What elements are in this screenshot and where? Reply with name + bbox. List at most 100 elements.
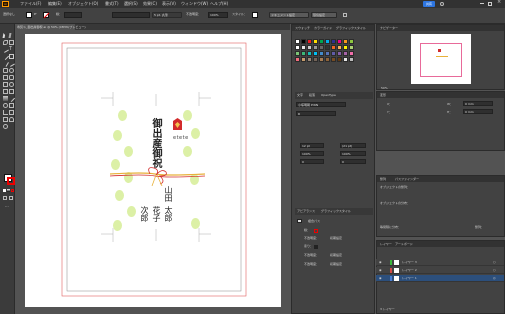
- document-setup-button[interactable]: ドキュメント設定: [269, 12, 309, 18]
- tab-layers[interactable]: レイヤー: [380, 241, 392, 247]
- color-swatch[interactable]: [337, 51, 342, 56]
- mesh-tool-icon[interactable]: [9, 89, 14, 94]
- color-swatch[interactable]: [301, 45, 306, 50]
- stroke-swatch[interactable]: [43, 12, 50, 19]
- menu-window[interactable]: ウィンドウ(W): [181, 1, 208, 6]
- color-swatch[interactable]: [313, 57, 318, 62]
- color-swatch[interactable]: [343, 39, 348, 44]
- color-swatch[interactable]: [343, 57, 348, 62]
- color-swatch[interactable]: [307, 57, 312, 62]
- w-field[interactable]: 0 mm: [463, 101, 493, 106]
- color-swatch[interactable]: [349, 57, 354, 62]
- layer-target-icon[interactable]: ○: [493, 268, 496, 272]
- line-tool-icon[interactable]: [1, 52, 10, 61]
- color-swatch[interactable]: [325, 45, 330, 50]
- color-swatch[interactable]: [301, 57, 306, 62]
- tab-color-guide[interactable]: カラーガイド: [314, 25, 332, 31]
- color-swatch[interactable]: [337, 45, 342, 50]
- appearance-opacity-3-value[interactable]: 初期設定: [330, 262, 342, 266]
- menu-help[interactable]: ヘルプ(H): [210, 1, 228, 6]
- shape-builder-icon[interactable]: [9, 82, 14, 87]
- menu-object[interactable]: オブジェクト(O): [68, 1, 98, 6]
- lasso-tool-icon[interactable]: [9, 40, 14, 45]
- color-swatch[interactable]: [313, 45, 318, 50]
- tab-transform[interactable]: 変形: [380, 92, 386, 98]
- color-mode-icon[interactable]: [3, 189, 6, 192]
- color-swatch[interactable]: [295, 51, 300, 56]
- appearance-opacity-1-value[interactable]: 初期設定: [330, 236, 342, 240]
- color-swatch[interactable]: [349, 39, 354, 44]
- color-swatch[interactable]: [319, 57, 324, 62]
- tab-navigator[interactable]: ナビゲーター: [380, 25, 398, 31]
- gradient-mode-icon[interactable]: [7, 189, 10, 192]
- navigator-zoom[interactable]: 50%: [381, 86, 388, 90]
- navigator-thumbnail[interactable]: [411, 34, 471, 84]
- menu-effect[interactable]: 効果(C): [143, 1, 157, 6]
- layer-target-icon[interactable]: ○: [493, 260, 496, 264]
- tab-artboards[interactable]: アートボード: [395, 241, 413, 247]
- fill-dropdown-icon[interactable]: [34, 13, 37, 16]
- color-swatch[interactable]: [325, 51, 330, 56]
- color-swatch[interactable]: [319, 39, 324, 44]
- artboard-tool-icon[interactable]: [9, 110, 14, 115]
- color-swatch[interactable]: [343, 45, 348, 50]
- kerning-field[interactable]: 0: [300, 159, 324, 164]
- vertical-scale-field[interactable]: 100%: [300, 151, 324, 156]
- stroke-color-box[interactable]: [7, 177, 15, 185]
- preferences-button[interactable]: 環境設定: [311, 12, 337, 18]
- layer-name[interactable]: レイヤー 1: [402, 276, 417, 280]
- none-mode-icon[interactable]: [11, 189, 14, 192]
- draw-mode-icon[interactable]: [3, 196, 7, 200]
- layer-target-icon[interactable]: ◎: [493, 276, 496, 280]
- menu-edit[interactable]: 編集(E): [48, 1, 62, 6]
- brush-field[interactable]: 5 pt. 丸筆: [152, 12, 182, 18]
- appearance-opacity-2-value[interactable]: 初期設定: [330, 253, 342, 257]
- layer-name[interactable]: レイヤー 2: [402, 268, 417, 272]
- tab-swatches[interactable]: スウォッチ: [295, 25, 310, 31]
- tracking-field[interactable]: 0: [340, 159, 366, 164]
- pencil-tool-icon[interactable]: [8, 60, 15, 67]
- color-swatch[interactable]: [331, 39, 336, 44]
- style-swatch[interactable]: [252, 12, 258, 18]
- font-style-field[interactable]: R: [296, 111, 336, 116]
- color-swatch[interactable]: [319, 51, 324, 56]
- tab-graphic-styles[interactable]: グラフィックスタイル: [336, 25, 366, 31]
- fill-swatch-black[interactable]: [314, 245, 318, 249]
- navigator-view-box[interactable]: [420, 43, 462, 77]
- color-swatch[interactable]: [343, 51, 348, 56]
- eye-icon[interactable]: ◉: [379, 276, 382, 280]
- perspective-grid-icon[interactable]: [3, 89, 8, 94]
- graph-tool-icon[interactable]: [3, 110, 8, 115]
- horizontal-scale-field[interactable]: 100%: [340, 151, 366, 156]
- tab-graphic-styles-2[interactable]: グラフィックスタイル: [321, 209, 351, 213]
- stroke-none-swatch[interactable]: [314, 229, 318, 233]
- share-button[interactable]: 共有: [423, 1, 435, 7]
- screen-mode-icon[interactable]: [9, 196, 13, 200]
- rectangle-tool-icon[interactable]: [9, 54, 14, 59]
- scale-tool-icon[interactable]: [3, 75, 8, 80]
- font-size-field[interactable]: 12 pt: [300, 143, 324, 148]
- edit-toolbar-icon[interactable]: ···: [5, 204, 9, 209]
- leading-field[interactable]: (21 pt): [340, 143, 366, 148]
- color-swatch[interactable]: [307, 39, 312, 44]
- color-swatch[interactable]: [313, 51, 318, 56]
- search-icon[interactable]: [440, 2, 444, 6]
- color-swatch[interactable]: [301, 39, 306, 44]
- eraser-tool-icon[interactable]: [3, 68, 8, 73]
- stroke-weight-field[interactable]: [64, 12, 82, 18]
- tab-pathfinder[interactable]: パスファインダー: [395, 176, 419, 182]
- menu-select[interactable]: 選択(S): [124, 1, 138, 6]
- layer-row[interactable]: ◉ レイヤー 2 ○: [376, 267, 504, 274]
- magic-wand-icon[interactable]: [3, 40, 8, 45]
- rotate-tool-icon[interactable]: [9, 68, 14, 73]
- fill-swatch[interactable]: [26, 12, 32, 18]
- width-tool-icon[interactable]: [9, 75, 14, 80]
- close-icon[interactable]: ×: [497, 0, 501, 5]
- artboard[interactable]: 御出産御祝 etete 山田 太郎 花子 次郎: [25, 34, 281, 307]
- opacity-field[interactable]: 100%: [208, 12, 228, 18]
- tab-opentype[interactable]: OpenType: [321, 93, 336, 97]
- color-swatch[interactable]: [349, 51, 354, 56]
- font-family-field[interactable]: 小塚明朝 Pr6N: [296, 102, 346, 107]
- eyedropper-icon[interactable]: [7, 94, 16, 103]
- color-swatch[interactable]: [301, 51, 306, 56]
